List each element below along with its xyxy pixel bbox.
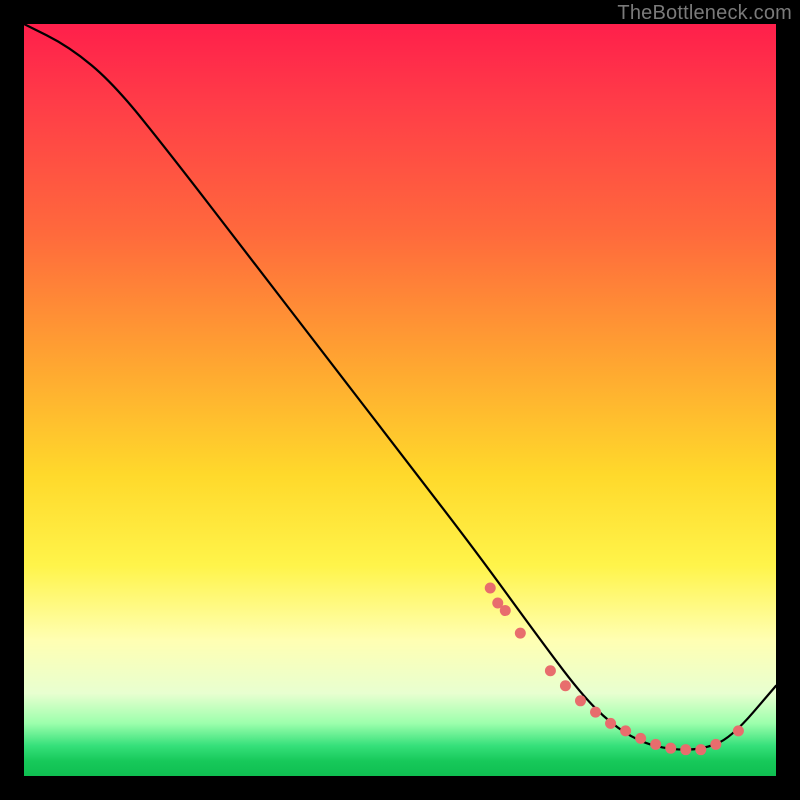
marker-dot <box>635 733 646 744</box>
marker-dot <box>605 718 616 729</box>
bottleneck-curve <box>24 24 776 750</box>
marker-dot <box>650 739 661 750</box>
curve-layer <box>24 24 776 776</box>
marker-dot <box>665 743 676 754</box>
marker-dot <box>710 739 721 750</box>
marker-dot <box>590 707 601 718</box>
marker-dot <box>492 598 503 609</box>
marker-dot <box>560 680 571 691</box>
marker-dot <box>620 725 631 736</box>
marker-dot <box>515 628 526 639</box>
marker-dot <box>575 695 586 706</box>
watermark-text: TheBottleneck.com <box>617 2 792 25</box>
chart-frame: TheBottleneck.com <box>0 0 800 800</box>
marker-dot <box>733 725 744 736</box>
marker-dot <box>695 744 706 755</box>
marker-dot <box>680 744 691 755</box>
marker-dot <box>545 665 556 676</box>
marker-dot <box>500 605 511 616</box>
marker-dots <box>485 583 744 756</box>
marker-dot <box>485 583 496 594</box>
plot-area <box>24 24 776 776</box>
